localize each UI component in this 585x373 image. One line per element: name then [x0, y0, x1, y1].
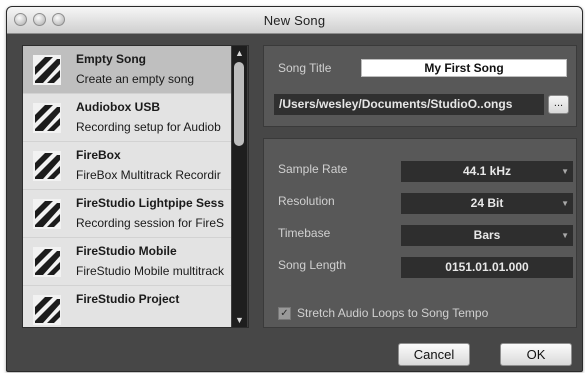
ok-button[interactable]: OK — [500, 343, 572, 366]
timebase-select[interactable]: Bars ▼ — [401, 225, 573, 246]
song-title-input[interactable]: My First Song — [361, 59, 567, 77]
chevron-down-icon: ▼ — [561, 231, 569, 240]
template-name: Audiobox USB — [76, 100, 160, 114]
presonus-icon — [33, 151, 61, 181]
template-item[interactable]: FireBox FireBox Multitrack Recordir — [23, 142, 231, 190]
template-description: FireBox Multitrack Recordir — [76, 168, 221, 182]
template-description: Recording setup for Audiob — [76, 120, 221, 134]
template-description: Recording session for FireS — [76, 216, 225, 230]
song-path-field[interactable]: /Users/wesley/Documents/StudioO..ongs — [274, 94, 544, 115]
scroll-down-arrow-icon[interactable]: ▼ — [232, 313, 247, 327]
presonus-icon — [33, 247, 61, 277]
sample-rate-label: Sample Rate — [278, 162, 348, 176]
presonus-icon — [33, 295, 61, 325]
stretch-audio-checkbox[interactable]: ✓ — [278, 307, 291, 320]
template-item[interactable]: FireStudio Mobile FireStudio Mobile multi… — [23, 238, 231, 286]
song-title-label: Song Title — [278, 61, 332, 75]
template-name: Empty Song — [76, 52, 147, 66]
scroll-thumb[interactable] — [234, 62, 244, 146]
song-length-field[interactable]: 0151.01.01.000 — [401, 257, 573, 278]
sample-rate-select[interactable]: 44.1 kHz ▼ — [401, 161, 573, 182]
template-name: FireStudio Project — [76, 292, 180, 306]
song-location-panel: Song Title My First Song /Users/wesley/D… — [263, 45, 577, 127]
presonus-icon — [33, 55, 61, 85]
template-list-panel: Empty Song Create an empty song Audiobox U… — [22, 45, 249, 328]
template-list[interactable]: Empty Song Create an empty song Audiobox U… — [23, 46, 231, 327]
sample-rate-value: 44.1 kHz — [462, 164, 512, 178]
chevron-down-icon: ▼ — [561, 199, 569, 208]
template-name: FireStudio Mobile — [76, 244, 177, 258]
template-item[interactable]: FireStudio Project — [23, 286, 231, 327]
checkmark-icon: ✓ — [280, 308, 289, 319]
stretch-audio-label[interactable]: Stretch Audio Loops to Song Tempo — [297, 306, 488, 320]
song-settings-panel: Sample Rate 44.1 kHz ▼ Resolution 24 Bit… — [263, 138, 577, 328]
template-name: FireStudio Lightpipe Sess — [76, 196, 225, 210]
resolution-value: 24 Bit — [470, 196, 504, 210]
song-length-label: Song Length — [278, 258, 347, 272]
template-list-scrollbar[interactable]: ▲ ▼ — [232, 46, 247, 327]
title-bar: New Song — [7, 7, 582, 34]
presonus-icon — [33, 199, 61, 229]
template-item[interactable]: Audiobox USB Recording setup for Audiob — [23, 94, 231, 142]
presonus-icon — [33, 103, 61, 133]
resolution-label: Resolution — [278, 194, 335, 208]
resolution-select[interactable]: 24 Bit ▼ — [401, 193, 573, 214]
new-song-dialog: New Song Empty Song Create an empty song A… — [6, 6, 583, 372]
chevron-down-icon: ▼ — [561, 167, 569, 176]
template-item[interactable]: Empty Song Create an empty song — [23, 46, 231, 94]
template-description: FireStudio Mobile multitrack — [76, 264, 225, 278]
template-item[interactable]: FireStudio Lightpipe Sess Recording sessi… — [23, 190, 231, 238]
cancel-button[interactable]: Cancel — [398, 343, 470, 366]
template-name: FireBox — [76, 148, 121, 162]
scroll-up-arrow-icon[interactable]: ▲ — [232, 46, 247, 60]
timebase-value: Bars — [473, 228, 501, 242]
timebase-label: Timebase — [278, 226, 331, 240]
window-title: New Song — [263, 13, 326, 28]
browse-button[interactable]: ... — [548, 95, 569, 114]
template-description: Create an empty song — [76, 72, 195, 86]
